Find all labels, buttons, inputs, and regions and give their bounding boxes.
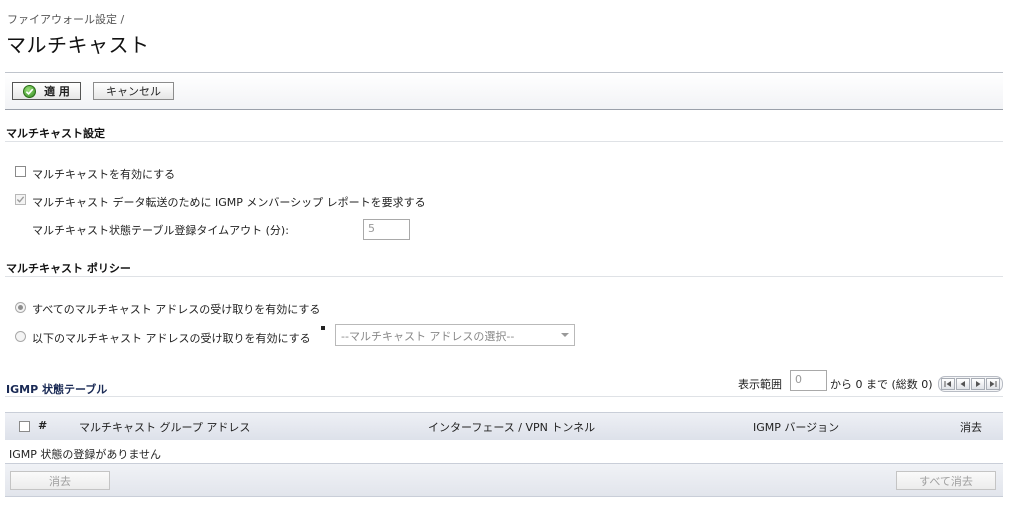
range-label: 表示範囲 [738, 378, 782, 391]
igmp-require-checkbox[interactable] [15, 194, 26, 205]
apply-button[interactable]: 適 用 [12, 82, 81, 100]
multicast-settings-title: マルチキャスト設定 [6, 127, 105, 140]
radio-dot [18, 305, 23, 310]
enable-multicast-label: マルチキャストを有効にする [32, 168, 176, 181]
column-group-address[interactable]: マルチキャスト グループ アドレス [79, 419, 250, 435]
timeout-label: マルチキャスト状態テーブル登録タイムアウト (分): [32, 224, 289, 237]
table-footer: 消去 すべて消去 [5, 463, 1003, 497]
marker-icon [321, 326, 325, 330]
receive-all-radio[interactable] [15, 302, 26, 313]
igmp-require-label: マルチキャスト データ転送のために IGMP メンバーシップ レポートを要求する [32, 196, 426, 209]
prev-page-icon [960, 381, 965, 387]
column-igmp-version[interactable]: IGMP バージョン [753, 419, 839, 435]
chevron-down-icon [561, 333, 569, 337]
table-header: # マルチキャスト グループ アドレス インターフェース / VPN トンネル … [5, 412, 1003, 440]
enable-multicast-checkbox[interactable] [15, 166, 26, 177]
section-divider [5, 141, 1003, 142]
delete-all-button[interactable]: すべて消去 [896, 471, 996, 490]
next-page-button[interactable] [971, 378, 985, 390]
empty-message: IGMP 状態の登録がありません [9, 448, 162, 461]
section-divider [5, 396, 1003, 397]
column-num: # [38, 419, 48, 432]
breadcrumb[interactable]: ファイアウォール設定 / [7, 11, 124, 27]
select-value: --マルチキャスト アドレスの選択-- [341, 330, 515, 343]
receive-below-radio[interactable] [15, 331, 26, 342]
igmp-table-title: IGMP 状態テーブル [6, 383, 108, 396]
range-suffix: から 0 まで (総数 0) [830, 378, 933, 391]
receive-below-label: 以下のマルチキャスト アドレスの受け取りを有効にする [32, 332, 311, 345]
next-page-icon [976, 381, 981, 387]
delete-button[interactable]: 消去 [10, 471, 110, 490]
pager [938, 376, 1003, 392]
range-input[interactable]: 0 [790, 370, 827, 391]
toolbar: 適 用 キャンセル [5, 72, 1003, 110]
multicast-address-select[interactable]: --マルチキャスト アドレスの選択-- [335, 324, 575, 346]
first-page-icon [944, 381, 951, 387]
section-divider [5, 276, 1003, 277]
checkmark-icon [16, 196, 25, 203]
prev-page-button[interactable] [956, 378, 970, 390]
receive-all-label: すべてのマルチキャスト アドレスの受け取りを有効にする [32, 303, 321, 316]
last-page-button[interactable] [986, 378, 1000, 390]
last-page-icon [990, 381, 997, 387]
first-page-button[interactable] [941, 378, 955, 390]
multicast-policy-title: マルチキャスト ポリシー [6, 262, 131, 275]
column-interface[interactable]: インターフェース / VPN トンネル [428, 419, 595, 435]
check-icon [23, 84, 37, 98]
apply-label: 適 用 [44, 85, 70, 98]
column-delete: 消去 [960, 421, 982, 434]
cancel-button[interactable]: キャンセル [93, 82, 174, 100]
select-all-checkbox[interactable] [19, 421, 30, 432]
page-title: マルチキャスト [6, 33, 150, 57]
timeout-input[interactable]: 5 [363, 219, 410, 240]
